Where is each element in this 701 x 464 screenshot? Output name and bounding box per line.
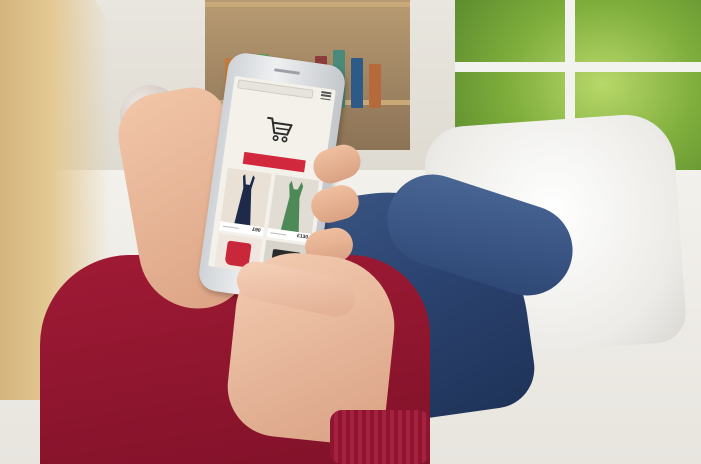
menu-icon[interactable] [320, 91, 332, 101]
book [351, 58, 363, 108]
dress-image [280, 180, 304, 233]
book [369, 64, 381, 108]
phone-speaker [273, 68, 301, 75]
photo-scene: £90 £130 [0, 0, 701, 464]
shop-banner-button[interactable] [242, 151, 306, 173]
sweater-cuff [330, 410, 430, 464]
dress-image [234, 174, 255, 226]
shelf-board [205, 2, 410, 7]
window-frame [455, 62, 701, 72]
browser-address-bar[interactable] [237, 79, 314, 99]
cart-icon[interactable] [262, 115, 295, 145]
